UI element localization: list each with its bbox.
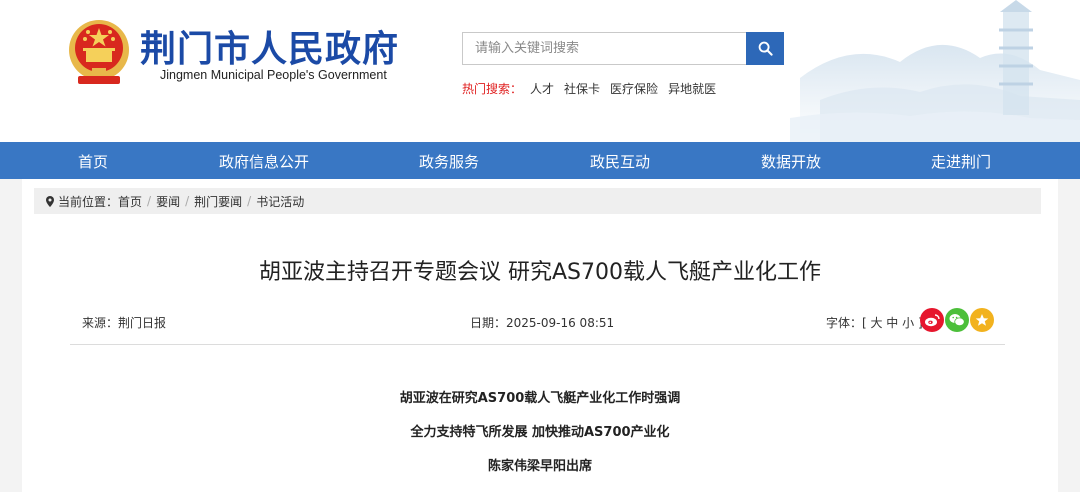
share-weibo-button[interactable] bbox=[920, 308, 944, 332]
location-pin-icon bbox=[46, 195, 54, 207]
hot-search-label: 热门搜索： bbox=[462, 82, 523, 96]
article-source: 来源：荆门日报 bbox=[82, 316, 167, 330]
star-icon bbox=[975, 314, 989, 326]
breadcrumb: 当前位置： 首页 / 要闻 / 荆门要闻 / 书记活动 bbox=[34, 188, 1041, 214]
article-subtitle: 胡亚波在研究AS700载人飞艇产业化工作时强调 bbox=[399, 391, 681, 406]
favorite-button[interactable] bbox=[970, 308, 994, 332]
share-wechat-button[interactable] bbox=[945, 308, 969, 332]
nav-item-services[interactable]: 政务服务 bbox=[419, 151, 479, 172]
breadcrumb-separator: / bbox=[247, 194, 252, 208]
search-input[interactable] bbox=[462, 32, 746, 65]
hot-search-item[interactable]: 人才 bbox=[530, 80, 554, 97]
hot-search-item[interactable]: 社保卡 bbox=[564, 80, 600, 97]
breadcrumb-item[interactable]: 荆门要闻 bbox=[194, 193, 242, 210]
font-size-control[interactable]: 字体：[ 大 中 小 ] bbox=[826, 314, 923, 331]
search-bar bbox=[462, 32, 784, 65]
landscape-illustration bbox=[790, 0, 1080, 142]
hot-search-item[interactable]: 医疗保险 bbox=[610, 80, 658, 97]
hot-search: 热门搜索： 人才 社保卡 医疗保险 异地就医 bbox=[462, 80, 716, 97]
nav-item-home[interactable]: 首页 bbox=[78, 151, 108, 172]
article-divider bbox=[70, 344, 1005, 345]
main-nav: 首页 政府信息公开 政务服务 政民互动 数据开放 走进荆门 bbox=[0, 142, 1080, 179]
hot-search-item[interactable]: 异地就医 bbox=[668, 80, 716, 97]
search-button[interactable] bbox=[746, 32, 784, 65]
site-header: 荆门市人民政府 Jingmen Municipal People's Gover… bbox=[0, 0, 1080, 142]
nav-item-interaction[interactable]: 政民互动 bbox=[590, 151, 650, 172]
article-date: 日期：2025-09-16 08:51 bbox=[470, 316, 615, 330]
breadcrumb-separator: / bbox=[185, 194, 190, 208]
article-subtitle: 陈家伟梁早阳出席 bbox=[487, 459, 592, 474]
article-title: 胡亚波主持召开专题会议 研究AS700载人飞艇产业化工作 bbox=[258, 260, 821, 285]
site-name-chinese[interactable]: 荆门市人民政府 bbox=[140, 20, 399, 72]
article-container bbox=[22, 179, 1058, 492]
nav-item-about[interactable]: 走进荆门 bbox=[931, 151, 991, 172]
breadcrumb-item[interactable]: 要闻 bbox=[156, 193, 180, 210]
breadcrumb-item[interactable]: 首页 bbox=[118, 193, 142, 210]
wechat-icon bbox=[949, 314, 965, 327]
breadcrumb-prefix: 当前位置： bbox=[58, 194, 119, 209]
nav-item-open-data[interactable]: 数据开放 bbox=[761, 151, 821, 172]
breadcrumb-separator: / bbox=[147, 194, 152, 208]
national-emblem-icon bbox=[69, 20, 129, 84]
breadcrumb-item[interactable]: 书记活动 bbox=[256, 193, 304, 210]
search-icon bbox=[758, 41, 773, 56]
weibo-icon bbox=[925, 314, 940, 327]
site-name-english: Jingmen Municipal People's Government bbox=[160, 68, 387, 82]
article-subtitle: 全力支持特飞所发展 加快推动AS700产业化 bbox=[410, 425, 670, 440]
nav-item-gov-info[interactable]: 政府信息公开 bbox=[219, 151, 309, 172]
